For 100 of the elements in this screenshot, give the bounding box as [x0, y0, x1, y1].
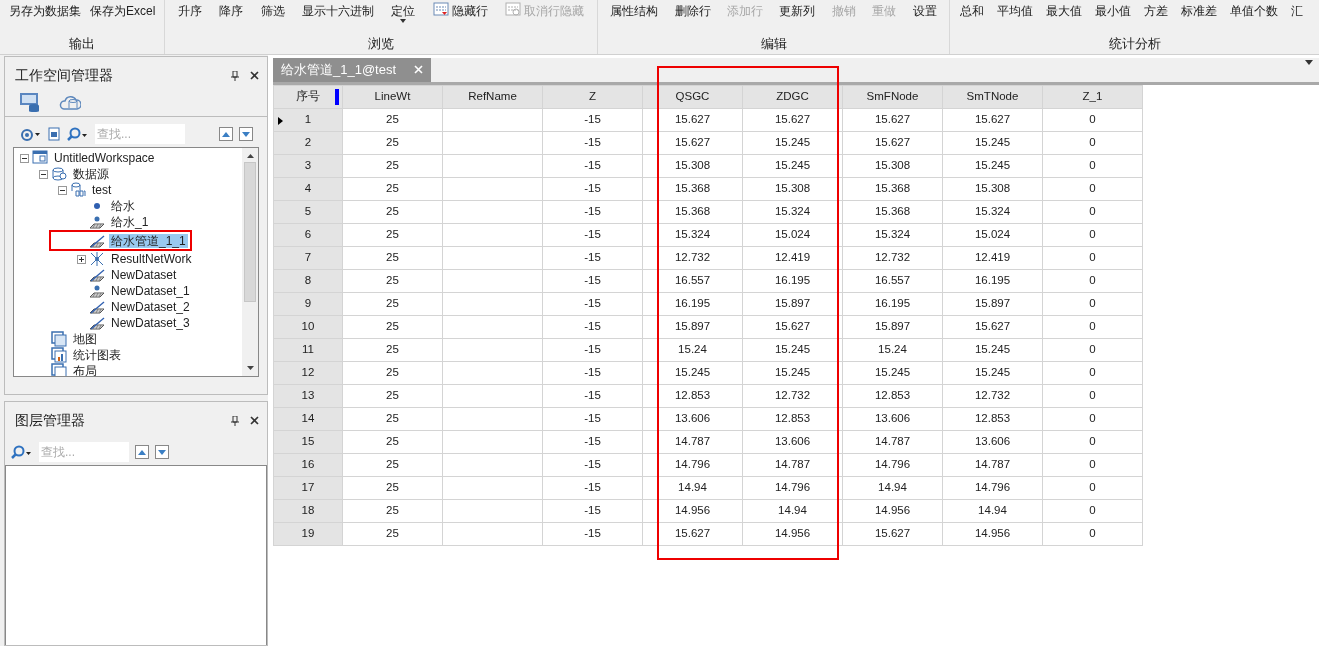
- ribbon-button[interactable]: 平均值: [995, 2, 1035, 20]
- row-number[interactable]: 5: [273, 200, 343, 223]
- row-number[interactable]: 17: [273, 476, 343, 499]
- tree-item[interactable]: UntitledWorkspace: [52, 151, 157, 165]
- table-cell: -15: [542, 384, 643, 407]
- ribbon-button[interactable]: 保存为Excel: [88, 2, 158, 20]
- tree-item[interactable]: 布局: [71, 364, 99, 376]
- ribbon-button[interactable]: 升序: [175, 2, 204, 20]
- ribbon-button[interactable]: 显示十六进制: [299, 2, 376, 20]
- table-cell: 15.368: [842, 177, 943, 200]
- ribbon-button[interactable]: 删除行: [672, 2, 713, 20]
- table-cell: 25: [342, 407, 443, 430]
- table-cell: 14.956: [942, 522, 1043, 545]
- group-label: 浏览: [367, 36, 395, 53]
- tree-item[interactable]: 给水_1: [109, 215, 151, 229]
- row-number[interactable]: 10: [273, 315, 343, 338]
- table-cell: 15.245: [942, 131, 1043, 154]
- row-number[interactable]: 13: [273, 384, 343, 407]
- ribbon-button[interactable]: 属性结构: [608, 2, 661, 20]
- row-number[interactable]: 1: [273, 108, 343, 131]
- column-header[interactable]: ZDGC: [742, 85, 843, 108]
- ribbon-button[interactable]: 最小值: [1093, 2, 1133, 20]
- group-label: 统计分析: [1107, 36, 1162, 53]
- table-cell: 25: [342, 384, 443, 407]
- row-number[interactable]: 18: [273, 499, 343, 522]
- table-cell: 15.627: [842, 108, 943, 131]
- ribbon-button[interactable]: 单值个数: [1228, 2, 1280, 20]
- tree-item[interactable]: 地图: [71, 332, 99, 346]
- table-cell: 14.956: [642, 499, 743, 522]
- row-number[interactable]: 7: [273, 246, 343, 269]
- table-cell: 25: [342, 200, 443, 223]
- tree-item[interactable]: NewDataset_2: [109, 300, 192, 314]
- row-number[interactable]: 2: [273, 131, 343, 154]
- row-number[interactable]: 11: [273, 338, 343, 361]
- column-header[interactable]: 序号: [273, 85, 343, 108]
- row-number[interactable]: 15: [273, 430, 343, 453]
- table-cell: 15.368: [642, 177, 743, 200]
- table-cell: 14.94: [942, 499, 1043, 522]
- row-number[interactable]: 4: [273, 177, 343, 200]
- column-header[interactable]: LineWt: [342, 85, 443, 108]
- table-cell: -15: [542, 246, 643, 269]
- table-cell: 15.308: [942, 177, 1043, 200]
- column-header[interactable]: SmFNode: [842, 85, 943, 108]
- tree-item[interactable]: ResultNetWork: [109, 252, 194, 266]
- column-header[interactable]: Z: [542, 85, 643, 108]
- table-cell: 15.024: [742, 223, 843, 246]
- tree-item[interactable]: 给水: [109, 199, 137, 213]
- ribbon-button[interactable]: 设置: [910, 2, 939, 20]
- table-cell: 0: [1042, 154, 1143, 177]
- table-cell: -15: [542, 131, 643, 154]
- ribbon-button[interactable]: 更新列: [777, 2, 818, 20]
- tree-item[interactable]: 给水管道_1_1: [109, 233, 188, 248]
- table-cell: 12.732: [842, 246, 943, 269]
- table-cell: 25: [342, 177, 443, 200]
- column-header[interactable]: QSGC: [642, 85, 743, 108]
- ribbon-button[interactable]: 筛选: [258, 2, 287, 20]
- ribbon-button[interactable]: 标准差: [1179, 2, 1219, 20]
- row-number[interactable]: 12: [273, 361, 343, 384]
- row-number[interactable]: 19: [273, 522, 343, 545]
- row-number[interactable]: 14: [273, 407, 343, 430]
- row-number[interactable]: 8: [273, 269, 343, 292]
- table-cell: 15.245: [742, 154, 843, 177]
- table-cell: 0: [1042, 522, 1143, 545]
- search-field[interactable]: 查找...: [39, 442, 129, 462]
- ribbon-button[interactable]: 定位: [389, 2, 418, 20]
- row-number[interactable]: 6: [273, 223, 343, 246]
- ribbon-button[interactable]: 降序: [217, 2, 246, 20]
- row-number[interactable]: 9: [273, 292, 343, 315]
- search-field[interactable]: 查找...: [95, 124, 185, 144]
- column-header[interactable]: Z_1: [1042, 85, 1143, 108]
- table-cell: -15: [542, 499, 643, 522]
- column-header[interactable]: RefName: [442, 85, 543, 108]
- ribbon-button[interactable]: 最大值: [1044, 2, 1084, 20]
- ribbon-button[interactable]: 总和: [958, 2, 986, 20]
- table-cell: 12.853: [742, 407, 843, 430]
- ribbon-button[interactable]: 另存为数据集: [6, 2, 83, 20]
- table-cell: 15.627: [842, 522, 943, 545]
- table-cell: -15: [542, 177, 643, 200]
- table-cell: 12.853: [642, 384, 743, 407]
- tree-item[interactable]: NewDataset_1: [109, 284, 192, 298]
- table-cell: 15.24: [842, 338, 943, 361]
- tree-item[interactable]: NewDataset: [109, 268, 179, 282]
- row-number[interactable]: 16: [273, 453, 343, 476]
- table-cell: 25: [342, 361, 443, 384]
- row-number[interactable]: 3: [273, 154, 343, 177]
- table-cell: 0: [1042, 453, 1143, 476]
- tree-item[interactable]: NewDataset_3: [109, 316, 192, 330]
- table-cell: 0: [1042, 108, 1143, 131]
- table-cell: 15.897: [842, 315, 943, 338]
- tree-item[interactable]: 数据源: [71, 167, 111, 181]
- table-cell: -15: [542, 338, 643, 361]
- column-header[interactable]: SmTNode: [942, 85, 1043, 108]
- tree-item[interactable]: test: [90, 183, 114, 197]
- ribbon-button[interactable]: 方差: [1142, 2, 1170, 20]
- ribbon-button[interactable]: 隐藏行: [430, 2, 490, 20]
- table-cell: 15.245: [742, 361, 843, 384]
- table-cell: 25: [342, 108, 443, 131]
- ribbon-button[interactable]: 汇: [1289, 2, 1305, 20]
- tree-item[interactable]: 统计图表: [71, 348, 123, 362]
- table-cell: 14.956: [742, 522, 843, 545]
